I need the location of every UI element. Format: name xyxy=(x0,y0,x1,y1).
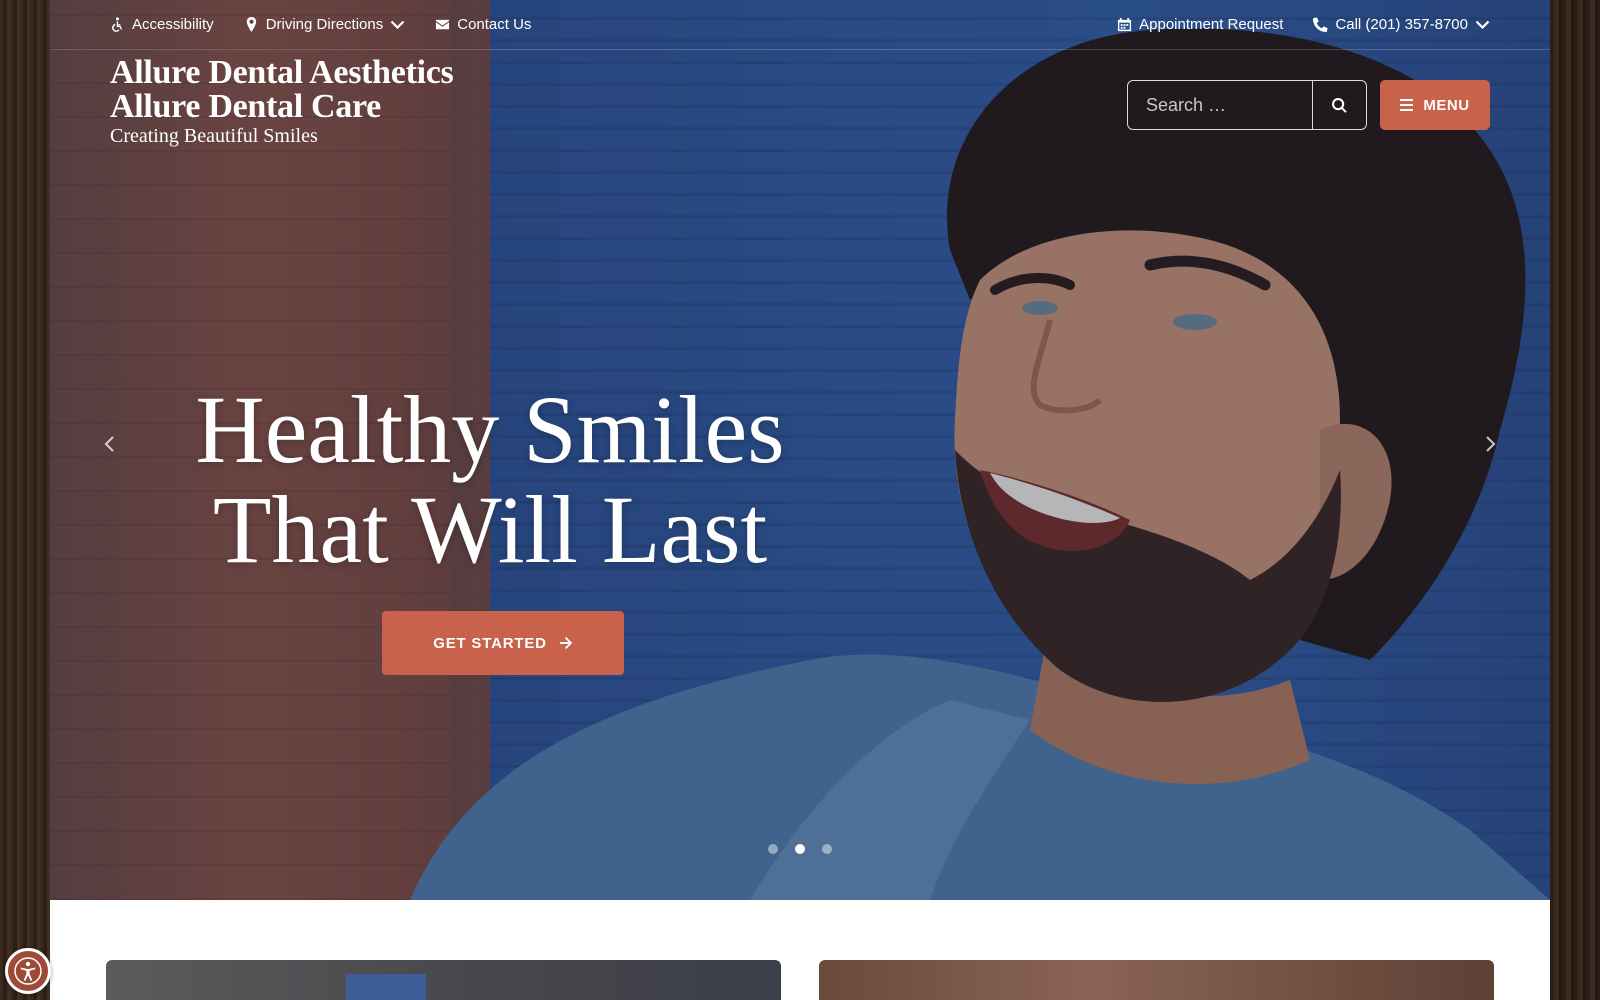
logo-line-1: Allure Dental Aesthetics xyxy=(110,54,454,91)
slider-dot-2[interactable] xyxy=(795,844,805,854)
search-input[interactable] xyxy=(1128,81,1312,129)
phone-icon xyxy=(1313,17,1328,32)
accessibility-label: Accessibility xyxy=(132,16,214,33)
hero-headline: Healthy Smiles That Will Last xyxy=(180,380,800,580)
accessibility-widget-icon xyxy=(14,957,42,985)
call-phone-label: Call (201) 357-8700 xyxy=(1335,16,1468,33)
slider-prev-button[interactable] xyxy=(98,432,122,456)
feature-card-right[interactable] xyxy=(819,960,1494,1000)
driving-directions-label: Driving Directions xyxy=(265,16,384,33)
search-icon xyxy=(1332,97,1347,113)
appointment-request-label: Appointment Request xyxy=(1139,16,1284,33)
feature-card-left[interactable] xyxy=(106,960,781,1000)
arrow-right-icon xyxy=(559,637,572,649)
slider-dot-1[interactable] xyxy=(768,844,778,854)
wood-background-right xyxy=(1550,0,1600,1000)
calendar-icon xyxy=(1118,17,1132,32)
search-submit-button[interactable] xyxy=(1312,81,1366,129)
menu-button-label: MENU xyxy=(1423,96,1470,114)
hamburger-icon xyxy=(1400,99,1414,111)
slider-dot-3[interactable] xyxy=(822,844,832,854)
site-logo[interactable]: Allure Dental Aesthetics Allure Dental C… xyxy=(110,54,454,147)
menu-button[interactable]: MENU xyxy=(1380,80,1490,130)
wheelchair-icon xyxy=(112,17,122,32)
logo-line-2: Allure Dental Care xyxy=(110,88,381,125)
get-started-button[interactable]: GET STARTED xyxy=(382,611,624,675)
search-form xyxy=(1127,80,1367,130)
chevron-down-icon xyxy=(1475,20,1490,30)
chevron-left-icon xyxy=(104,436,114,452)
chevron-right-icon xyxy=(1486,436,1496,452)
get-started-label: GET STARTED xyxy=(433,634,547,652)
logo-tagline: Creating Beautiful Smiles xyxy=(110,125,318,147)
hero-headline-line-2: That Will Last xyxy=(212,476,768,583)
hero-headline-line-1: Healthy Smiles xyxy=(195,376,785,483)
slider-next-button[interactable] xyxy=(1478,432,1502,456)
contact-us-label: Contact Us xyxy=(457,16,532,33)
contact-us-link[interactable]: Contact Us xyxy=(435,16,531,33)
slider-pagination xyxy=(768,844,832,854)
appointment-request-link[interactable]: Appointment Request xyxy=(1117,16,1283,33)
accessibility-link[interactable]: Accessibility xyxy=(110,16,214,33)
hero-slider: Accessibility Driving Directions Contact… xyxy=(50,0,1550,900)
page-frame: Accessibility Driving Directions Contact… xyxy=(50,0,1550,1000)
accessibility-widget-button[interactable] xyxy=(5,948,51,994)
driving-directions-dropdown[interactable]: Driving Directions xyxy=(244,16,406,33)
chevron-down-icon xyxy=(390,20,405,30)
map-pin-icon xyxy=(246,17,256,32)
wood-background-left xyxy=(0,0,50,1000)
utility-bar: Accessibility Driving Directions Contact… xyxy=(50,0,1550,50)
envelope-icon xyxy=(436,19,450,30)
call-phone-dropdown[interactable]: Call (201) 357-8700 xyxy=(1313,16,1490,33)
